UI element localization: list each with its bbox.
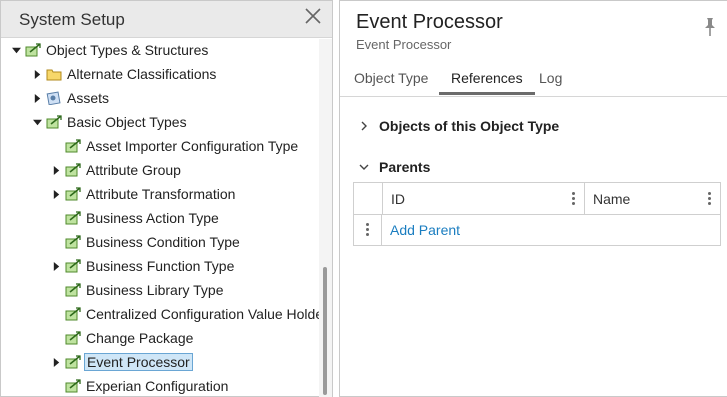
object-tree: Object Types & Structures Alternate Clas… <box>1 39 319 397</box>
caret-down-icon[interactable] <box>11 45 21 55</box>
page-title: Event Processor <box>356 11 503 33</box>
column-menu-icon[interactable] <box>708 192 712 206</box>
tree-item-label: Business Condition Type <box>86 234 240 250</box>
tree-item-label: Centralized Configuration Value Holder <box>86 306 319 322</box>
add-parent-link[interactable]: Add Parent <box>382 215 460 245</box>
tree-item-label: Basic Object Types <box>67 114 187 130</box>
tree-scrollbar-thumb[interactable] <box>323 267 327 395</box>
tab-bar: Object Type References Log <box>340 63 727 97</box>
object-type-icon <box>65 235 81 249</box>
parents-table: ID Name Add Parent <box>353 182 721 246</box>
tab-references[interactable]: References <box>439 67 535 95</box>
section-title: Objects of this Object Type <box>379 118 560 134</box>
tree-item-label: Assets <box>67 90 110 106</box>
tree-item[interactable]: Asset Importer Configuration Type <box>51 135 300 157</box>
row-menu-icon[interactable] <box>354 215 382 245</box>
tree-item-label: Alternate Classifications <box>67 66 217 82</box>
column-header-name[interactable]: Name <box>584 183 720 214</box>
system-setup-panel: System Setup Object Types & Structures A… <box>0 0 333 397</box>
tree-item-label: Attribute Transformation <box>86 186 236 202</box>
tree-item-label: Attribute Group <box>86 162 181 178</box>
header-handle-cell <box>354 183 382 214</box>
object-type-icon <box>25 43 41 57</box>
system-setup-header: System Setup <box>1 1 332 38</box>
tree-item[interactable]: Business Function Type <box>51 255 236 277</box>
tree-item-label: Business Action Type <box>86 210 219 226</box>
tree-item[interactable]: Object Types & Structures <box>11 39 210 61</box>
tree-item[interactable]: Business Action Type <box>51 207 221 229</box>
caret-right-icon[interactable] <box>32 93 42 103</box>
tree-item[interactable]: Change Package <box>51 327 195 349</box>
tree-item[interactable]: Business Library Type <box>51 279 225 301</box>
close-icon[interactable] <box>304 7 324 29</box>
tree-item[interactable]: Attribute Group <box>51 159 183 181</box>
object-type-icon <box>65 355 81 369</box>
column-header-label: Name <box>593 190 631 207</box>
pin-icon[interactable] <box>703 17 717 37</box>
page-subtitle: Event Processor <box>356 37 452 52</box>
caret-right-icon[interactable] <box>51 261 61 271</box>
object-type-icon <box>65 307 81 321</box>
tree-item[interactable]: Attribute Transformation <box>51 183 237 205</box>
tree-item[interactable]: Assets <box>32 87 111 109</box>
section-objects-of-type[interactable]: Objects of this Object Type <box>358 115 559 137</box>
tree-item-label: Asset Importer Configuration Type <box>86 138 299 154</box>
object-type-icon <box>65 259 81 273</box>
column-menu-icon[interactable] <box>572 192 576 206</box>
section-parents[interactable]: Parents <box>358 156 430 178</box>
tree-item-label: Change Package <box>86 330 194 346</box>
object-type-icon <box>65 379 81 393</box>
tree-item[interactable]: Basic Object Types <box>32 111 189 133</box>
detail-panel: Event Processor Event Processor Object T… <box>339 0 727 397</box>
caret-down-icon[interactable] <box>32 117 42 127</box>
caret-right-icon[interactable] <box>51 357 61 367</box>
tree-item[interactable]: Experian Configuration <box>51 375 230 397</box>
assets-icon <box>46 91 62 105</box>
object-type-icon <box>65 163 81 177</box>
table-row: Add Parent <box>354 215 720 245</box>
column-header-label: ID <box>391 190 405 207</box>
tree-item[interactable]: Centralized Configuration Value Holder <box>51 303 319 325</box>
tree-item-label: Object Types & Structures <box>46 42 209 58</box>
tree-item-label: Event Processor <box>84 353 193 371</box>
section-title: Parents <box>379 159 431 175</box>
tree-item-label: Experian Configuration <box>86 378 229 394</box>
object-type-icon <box>65 283 81 297</box>
object-type-icon <box>65 187 81 201</box>
object-type-icon <box>65 211 81 225</box>
object-type-icon <box>46 115 62 129</box>
folder-icon <box>46 67 62 81</box>
column-header-id[interactable]: ID <box>382 183 584 214</box>
caret-right-icon[interactable] <box>32 69 42 79</box>
object-type-icon <box>65 139 81 153</box>
tab-object-type[interactable]: Object Type <box>342 67 440 95</box>
tree-item[interactable]: Alternate Classifications <box>32 63 218 85</box>
caret-right-icon[interactable] <box>51 189 61 199</box>
tree-item[interactable]: Business Condition Type <box>51 231 242 253</box>
chevron-down-icon <box>358 161 370 173</box>
caret-right-icon[interactable] <box>51 165 61 175</box>
tree-item-selected[interactable]: Event Processor <box>51 351 193 373</box>
table-header: ID Name <box>354 183 720 215</box>
tree-item-label: Business Function Type <box>86 258 235 274</box>
panel-title: System Setup <box>19 10 125 29</box>
chevron-right-icon <box>358 120 370 132</box>
tree-item-label: Business Library Type <box>86 282 224 298</box>
tab-log[interactable]: Log <box>527 67 574 95</box>
object-type-icon <box>65 331 81 345</box>
